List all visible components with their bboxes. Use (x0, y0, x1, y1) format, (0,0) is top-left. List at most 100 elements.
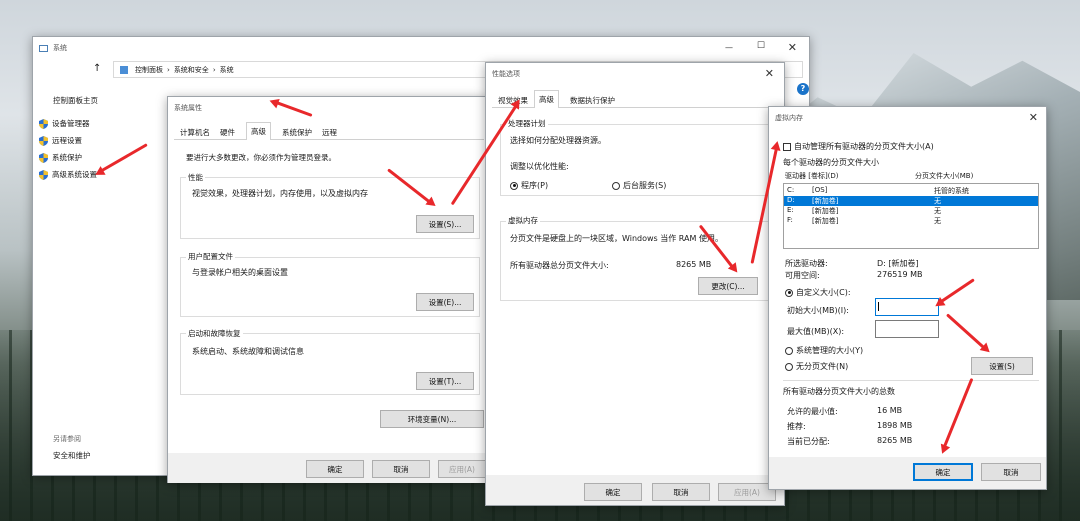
tab-system-protection[interactable]: 系统保护 (278, 124, 316, 140)
recommended-value: 1898 MB (877, 421, 913, 430)
custom-size-label: 自定义大小(C): (796, 288, 851, 297)
free-space-value: 276519 MB (877, 270, 923, 279)
ok-button[interactable]: 确定 (913, 463, 973, 481)
startup-recovery-title: 启动和故障恢复 (186, 328, 243, 339)
radio-unselected[interactable] (785, 362, 793, 371)
apply-button[interactable]: 应用(A) (438, 460, 486, 478)
cancel-button[interactable]: 取消 (372, 460, 430, 478)
drive-label: [新加卷] (812, 207, 839, 215)
drive-letter: D: (787, 196, 795, 204)
ok-button[interactable]: 确定 (306, 460, 364, 478)
processor-scheduling-desc: 选择如何分配处理器资源。 (510, 136, 606, 145)
ok-button[interactable]: 确定 (584, 483, 642, 501)
tab-data-execution-prevention[interactable]: 数据执行保护 (566, 92, 619, 108)
tab-strip: 视觉效果 高级 数据执行保护 (492, 90, 778, 108)
shield-icon (39, 169, 48, 180)
admin-note: 要进行大多数更改，你必须作为管理员登录。 (186, 153, 336, 162)
performance-settings-button[interactable]: 设置(S)... (416, 215, 474, 233)
system-window-title: 系统 (53, 44, 67, 52)
system-properties-titlebar: 系统属性 (168, 97, 488, 119)
programs-radio[interactable]: 程序(P) (510, 180, 548, 191)
breadcrumb-item[interactable]: 系统 (220, 65, 234, 75)
drive-row-d[interactable]: D: [新加卷] 无 (784, 196, 1038, 206)
drive-label: [新加卷] (812, 197, 839, 205)
system-titlebar: 系统 (33, 37, 809, 59)
custom-size-radio[interactable]: 自定义大小(C): (785, 287, 851, 298)
free-space-label: 可用空间: (785, 271, 820, 280)
sidebar-item-label: 设备管理器 (52, 119, 90, 128)
no-paging-radio[interactable]: 无分页文件(N) (785, 361, 848, 372)
shield-icon (39, 118, 48, 129)
environment-variables-button[interactable]: 环境变量(N)... (380, 410, 484, 428)
breadcrumb-item[interactable]: 系统和安全 (174, 65, 209, 75)
dialog-title: 虚拟内存 (775, 114, 803, 122)
user-profiles-settings-button[interactable]: 设置(E)... (416, 293, 474, 311)
background-services-radio[interactable]: 后台服务(S) (612, 180, 666, 191)
chevron-right-icon: › (167, 65, 170, 74)
up-arrow-icon[interactable]: ↑ (93, 63, 101, 74)
total-title: 所有驱动器分页文件大小的总数 (783, 387, 895, 396)
startup-recovery-settings-button[interactable]: 设置(T)... (416, 372, 474, 390)
security-maintenance-link[interactable]: 安全和维护 (53, 450, 91, 461)
minimize-icon[interactable]: — (725, 43, 733, 52)
user-profiles-desc: 与登录帐户相关的桌面设置 (192, 268, 288, 277)
drive-letter: C: (787, 186, 795, 194)
breadcrumb-item[interactable]: 控制面板 (135, 65, 163, 75)
drive-row-c[interactable]: C: [OS] 托管的系统 (784, 186, 1038, 196)
auto-manage-checkbox[interactable]: 自动管理所有驱动器的分页文件大小(A) (783, 141, 934, 152)
sidebar-home-link[interactable]: 控制面板主页 (53, 95, 98, 106)
tab-advanced[interactable]: 高级 (246, 122, 271, 140)
virtual-memory-titlebar: 虚拟内存 (769, 107, 1046, 129)
drive-letter: F: (787, 216, 793, 224)
computer-icon (39, 44, 48, 52)
tab-advanced[interactable]: 高级 (534, 90, 559, 108)
radio-unselected[interactable] (612, 181, 620, 190)
checkbox-unchecked[interactable] (783, 142, 791, 151)
performance-options-titlebar: 性能选项 (486, 63, 784, 85)
shield-icon (39, 152, 48, 163)
drive-label: [新加卷] (812, 217, 839, 225)
close-icon[interactable]: ✕ (765, 67, 774, 80)
system-properties-dialog: 系统属性 计算机名 硬件 高级 系统保护 远程 要进行大多数更改，你必须作为管理… (167, 96, 489, 483)
sidebar-item-device-manager[interactable]: 设备管理器 (39, 118, 90, 129)
radio-unselected[interactable] (785, 346, 793, 355)
sidebar-item-system-protection[interactable]: 系统保护 (39, 152, 82, 163)
drive-list[interactable]: C: [OS] 托管的系统 D: [新加卷] 无 E: [新加卷] 无 F: [… (783, 183, 1039, 249)
control-panel-icon (120, 65, 128, 74)
sidebar-item-advanced-system-settings[interactable]: 高级系统设置 (39, 169, 97, 180)
tab-hardware[interactable]: 硬件 (216, 124, 239, 140)
see-also-label: 另请参阅 (53, 435, 81, 443)
background-services-label: 后台服务(S) (623, 181, 667, 190)
tab-remote[interactable]: 远程 (318, 124, 341, 140)
drive-label: [OS] (812, 186, 828, 194)
drive-size: 无 (934, 207, 941, 215)
max-size-input[interactable] (875, 320, 939, 338)
close-icon[interactable]: ✕ (1029, 111, 1038, 124)
cancel-button[interactable]: 取消 (652, 483, 710, 501)
performance-title: 性能 (186, 172, 205, 183)
initial-size-input[interactable] (875, 298, 939, 316)
sidebar-item-label: 高级系统设置 (52, 170, 97, 179)
help-icon[interactable]: ? (797, 83, 809, 95)
maximize-icon[interactable]: ☐ (757, 41, 765, 51)
allocated-label: 当前已分配: (787, 437, 830, 446)
radio-selected[interactable] (785, 288, 793, 297)
radio-selected[interactable] (510, 181, 518, 190)
tab-computer-name[interactable]: 计算机名 (176, 124, 214, 140)
drive-row-f[interactable]: F: [新加卷] 无 (784, 216, 1038, 226)
selected-drive-label: 所选驱动器: (785, 259, 828, 268)
system-managed-radio[interactable]: 系统管理的大小(Y) (785, 345, 863, 356)
set-button[interactable]: 设置(S) (971, 357, 1033, 375)
total-paging-label: 所有驱动器总分页文件大小: (510, 261, 609, 270)
no-paging-label: 无分页文件(N) (796, 362, 849, 371)
selected-drive-value: D: [新加卷] (877, 259, 919, 268)
sidebar-item-label: 系统保护 (52, 153, 82, 162)
sidebar-item-remote-settings[interactable]: 远程设置 (39, 135, 82, 146)
close-icon[interactable]: ✕ (788, 41, 797, 54)
change-virtual-memory-button[interactable]: 更改(C)... (698, 277, 758, 295)
cancel-button[interactable]: 取消 (981, 463, 1041, 481)
performance-desc: 视觉效果，处理器计划，内存使用，以及虚拟内存 (192, 189, 368, 198)
drive-row-e[interactable]: E: [新加卷] 无 (784, 206, 1038, 216)
auto-manage-label: 自动管理所有驱动器的分页文件大小(A) (794, 142, 934, 151)
virtual-memory-desc: 分页文件是硬盘上的一块区域，Windows 当作 RAM 使用。 (510, 234, 723, 243)
